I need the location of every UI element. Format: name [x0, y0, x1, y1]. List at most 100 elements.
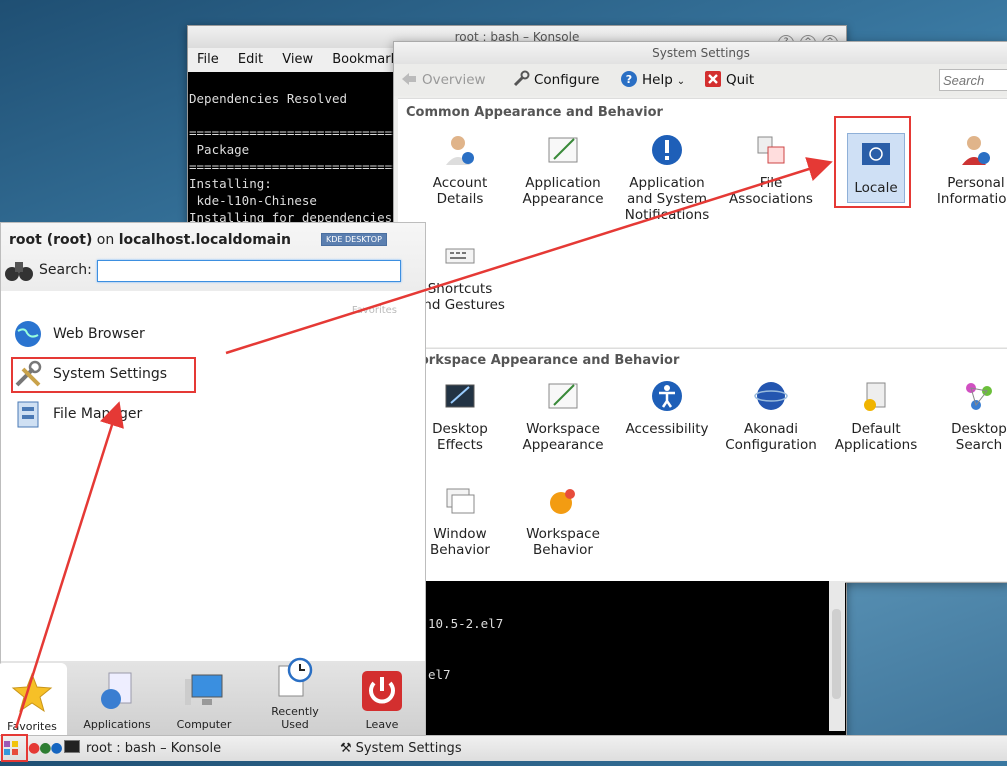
appearance-icon [548, 137, 578, 163]
help-label: Help [642, 72, 673, 88]
personal-info-icon [962, 136, 990, 165]
common-section-header: Common Appearance and Behavior [406, 105, 663, 120]
binoculars-icon [5, 262, 33, 281]
desktop-search-item[interactable]: Desktop Search [929, 379, 1007, 453]
item-label: Workspace Appearance [522, 421, 604, 453]
quit-icon [705, 71, 721, 87]
highlight-system-settings-box [11, 357, 196, 393]
personal-information-item[interactable]: Personal Information [926, 133, 1007, 207]
highlight-locale-box [834, 116, 911, 208]
terminal-line: Dependencies Resolved [189, 91, 348, 106]
overview-label: Overview [422, 72, 486, 88]
workspace-behavior-icon [550, 489, 575, 514]
file-associations-icon [757, 136, 785, 164]
kickoff-menu: root (root) on localhost.localdomain KDE… [0, 222, 426, 736]
back-arrow-icon [402, 73, 416, 85]
accessibility-icon [652, 381, 682, 411]
terminal-line: Installing: [189, 176, 272, 191]
scrollbar-thumb[interactable] [832, 609, 841, 699]
notification-icon [652, 135, 682, 165]
search-label: Search: [39, 262, 92, 278]
akonadi-item[interactable]: Akonadi Configuration [721, 379, 821, 453]
user-icon [446, 136, 474, 165]
tab-label: Favorites [7, 720, 57, 733]
svg-text:?: ? [626, 73, 632, 86]
kickoff-header: root (root) on localhost.localdomain KDE… [1, 223, 425, 291]
default-applications-item[interactable]: Default Applications [826, 379, 926, 453]
quit-button[interactable]: Quit [704, 70, 754, 90]
clock-icon [278, 657, 313, 697]
on-label: on [96, 232, 115, 248]
favorite-web-browser[interactable]: Web Browser [13, 319, 145, 347]
default-apps-icon [864, 382, 886, 411]
overview-button[interactable]: Overview [400, 70, 486, 90]
menu-edit[interactable]: Edit [238, 52, 263, 67]
appearance-icon [548, 383, 578, 409]
highlight-launcher-box [1, 734, 28, 762]
tab-favorites[interactable]: Favorites [0, 663, 67, 735]
accessibility-item[interactable]: Accessibility [617, 379, 717, 437]
user-name: root (root) [9, 232, 93, 248]
workspace-appearance-item[interactable]: Workspace Appearance [513, 379, 613, 453]
power-icon [362, 671, 402, 711]
tab-label: Recently Used [271, 705, 319, 731]
item-label: Desktop Search [951, 421, 1007, 453]
menu-view[interactable]: View [282, 52, 313, 67]
notifications-item[interactable]: Application and System Notifications [617, 133, 717, 223]
wrench-icon [513, 70, 530, 87]
help-button[interactable]: ? Help ⌄ [620, 70, 685, 90]
item-label: Accessibility [625, 421, 709, 437]
configure-button[interactable]: Configure [512, 70, 599, 90]
user-host-label: root (root) on localhost.localdomain [9, 232, 291, 248]
desktop-search-icon [966, 383, 992, 410]
file-manager-icon [17, 401, 39, 428]
keyboard-icon [445, 248, 475, 264]
configure-label: Configure [534, 72, 600, 88]
task-system-settings[interactable]: ⚒ System Settings [340, 736, 462, 761]
item-label: Default Applications [834, 421, 918, 453]
application-appearance-item[interactable]: Application Appearance [513, 133, 613, 207]
terminal-line: kde-l10n-Chinese [189, 193, 317, 208]
pager-icon[interactable]: ●●● [28, 736, 63, 761]
item-label: Personal Information [936, 175, 1007, 207]
workspace-section: Workspace Appearance and Behavior Deskto… [398, 348, 1007, 581]
tab-applications[interactable]: Applications [79, 669, 155, 731]
item-label: Application Appearance [522, 175, 604, 207]
toolbar: Overview Configure ? Help ⌄ Quit [394, 64, 1007, 96]
terminal-scrollbar[interactable] [829, 581, 845, 731]
file-associations-item[interactable]: File Associations [721, 133, 821, 207]
item-label: File Associations [729, 175, 813, 207]
task-label: System Settings [355, 741, 462, 756]
kickoff-tabs: Favorites Applications Computer Recently… [0, 657, 425, 735]
tab-label: Applications [83, 718, 151, 731]
item-label: Application and System Notifications [624, 175, 710, 223]
akonadi-icon [754, 382, 788, 410]
settings-search-input[interactable] [939, 69, 1007, 91]
system-settings-window: System Settings Overview Configure ? Help… [393, 41, 1007, 583]
terminal-output-lower: 10.5-2.el7 el7 [428, 598, 503, 683]
account-details-item[interactable]: Account Details [410, 133, 510, 207]
system-settings-titlebar[interactable]: System Settings [394, 42, 1007, 64]
kickoff-search-input[interactable] [97, 260, 401, 282]
computer-icon [185, 674, 223, 705]
task-label: root : bash – Konsole [86, 741, 222, 756]
task-konsole[interactable]: root : bash – Konsole [64, 736, 221, 761]
tab-leave[interactable]: Leave [344, 669, 420, 731]
tab-recently-used[interactable]: Recently Used [257, 656, 333, 731]
favorite-file-manager[interactable]: File Manager [13, 399, 142, 428]
window-icon [446, 488, 475, 514]
chevron-down-icon[interactable]: ⌄ [677, 76, 685, 87]
tools-icon: ⚒ [340, 741, 352, 756]
quit-label: Quit [726, 72, 755, 88]
tab-computer[interactable]: Computer [166, 669, 242, 731]
terminal-line: 10.5-2.el7 [428, 616, 504, 631]
desktop-effects-icon [445, 384, 475, 408]
menu-file[interactable]: File [197, 52, 219, 67]
kde-desktop-badge: KDE DESKTOP [321, 233, 387, 246]
terminal-lower-area[interactable]: 10.5-2.el7 el7 [425, 581, 829, 731]
item-label: Akonadi Configuration [725, 421, 817, 453]
workspace-behavior-item[interactable]: Workspace Behavior [513, 484, 613, 558]
tab-label: Leave [365, 718, 399, 731]
item-label: Workspace Behavior [526, 526, 600, 558]
host-name: localhost.localdomain [118, 232, 291, 248]
